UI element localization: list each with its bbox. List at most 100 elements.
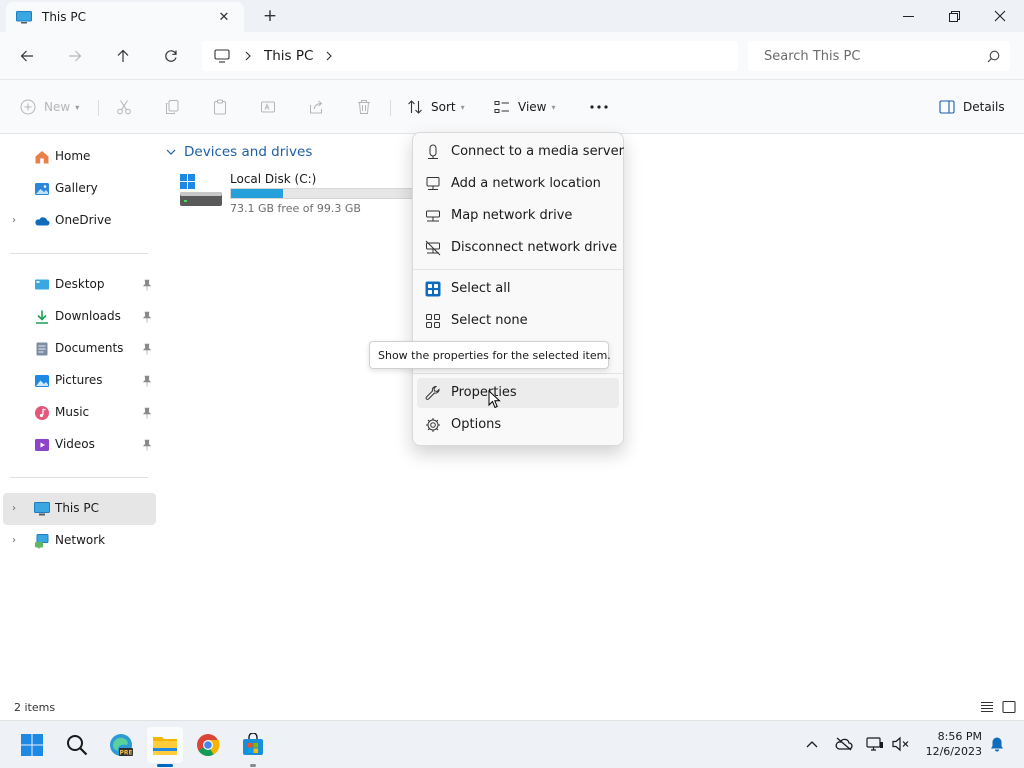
onedrive-tray-button[interactable]: [835, 735, 853, 753]
sidebar-item-pictures[interactable]: Pictures: [3, 365, 156, 397]
sidebar-item-label: Downloads: [55, 309, 121, 323]
volume-tray-button[interactable]: [892, 735, 910, 753]
group-header-devices[interactable]: Devices and drives: [166, 144, 312, 160]
chevron-down-icon: ▾: [460, 102, 465, 112]
gear-icon: [426, 418, 440, 432]
drive-usage-bar: [230, 188, 430, 199]
store-button[interactable]: [235, 727, 271, 763]
sidebar-item-home[interactable]: Home: [3, 141, 156, 173]
chevron-right-icon[interactable]: ›: [12, 215, 16, 226]
copy-button[interactable]: [164, 94, 180, 120]
menu-item-label: Map network drive: [451, 208, 573, 223]
sort-button[interactable]: Sort ▾: [407, 94, 465, 120]
sidebar-item-music[interactable]: Music: [3, 397, 156, 429]
chevron-right-icon[interactable]: [325, 51, 333, 61]
menu-item-add-network-location[interactable]: Add a network location: [417, 169, 619, 199]
desktop-icon: [35, 279, 49, 290]
network-tray-button[interactable]: [866, 735, 884, 753]
start-button[interactable]: [14, 727, 50, 763]
details-view-icon[interactable]: [980, 700, 994, 714]
arrow-left-icon: [20, 50, 33, 62]
edge-browser-button[interactable]: PRE: [103, 727, 139, 763]
sidebar-item-gallery[interactable]: Gallery: [3, 173, 156, 205]
search-box[interactable]: [748, 41, 1010, 71]
drive-item-local-disk[interactable]: Local Disk (C:) 73.1 GB free of 99.3 GB: [178, 172, 438, 220]
chevron-down-icon[interactable]: [166, 148, 176, 156]
chrome-button[interactable]: [190, 727, 226, 763]
pin-icon[interactable]: [142, 439, 152, 451]
menu-separator: [413, 373, 623, 374]
sidebar-item-label: Videos: [55, 437, 95, 451]
clock[interactable]: 8:56 PM 12/6/2023: [918, 729, 982, 759]
search-icon: [67, 735, 88, 756]
pin-icon[interactable]: [142, 279, 152, 291]
sidebar-item-videos[interactable]: Videos: [3, 429, 156, 461]
see-more-button[interactable]: [588, 94, 610, 120]
menu-item-properties[interactable]: Properties: [417, 378, 619, 408]
pin-icon[interactable]: [142, 407, 152, 419]
view-button[interactable]: View ▾: [494, 94, 556, 120]
search-input[interactable]: [764, 48, 987, 64]
chevron-right-icon[interactable]: ›: [12, 535, 16, 546]
restore-icon: [948, 10, 960, 22]
close-window-button[interactable]: [977, 0, 1023, 32]
large-icons-view-icon[interactable]: [1002, 700, 1016, 714]
toolbar-divider: [390, 100, 391, 116]
sidebar-item-onedrive[interactable]: › OneDrive: [3, 205, 156, 237]
paste-button[interactable]: [212, 94, 228, 120]
show-hidden-icons-button[interactable]: [803, 735, 821, 753]
rename-button[interactable]: [260, 94, 276, 120]
pin-icon[interactable]: [142, 375, 152, 387]
sidebar-item-downloads[interactable]: Downloads: [3, 301, 156, 333]
pin-icon[interactable]: [142, 343, 152, 355]
new-tab-button[interactable]: +: [260, 6, 280, 26]
breadcrumb[interactable]: This PC: [202, 41, 738, 71]
arrow-right-icon: [69, 50, 82, 62]
more-icon: [590, 105, 608, 109]
sidebar-item-network[interactable]: › Network: [3, 525, 156, 557]
navigation-pane: Home Gallery › OneDrive Desktop Download…: [0, 134, 158, 694]
details-button[interactable]: Details: [939, 94, 1005, 120]
menu-item-label: Properties: [451, 385, 517, 400]
cut-button[interactable]: [116, 94, 132, 120]
breadcrumb-this-pc[interactable]: This PC: [264, 48, 313, 64]
back-button[interactable]: [13, 42, 41, 70]
menu-item-map-network-drive[interactable]: Map network drive: [417, 201, 619, 231]
sidebar-item-this-pc[interactable]: › This PC: [3, 493, 156, 525]
search-taskbar-button[interactable]: [59, 727, 95, 763]
share-button[interactable]: [308, 94, 324, 120]
chevron-down-icon: ▾: [75, 102, 80, 112]
trash-icon: [358, 100, 370, 114]
music-icon: [35, 406, 49, 420]
scissors-icon: [117, 100, 131, 115]
file-explorer-button[interactable]: [147, 727, 183, 763]
minimize-button[interactable]: [885, 0, 931, 32]
home-icon: [35, 151, 49, 164]
menu-item-connect-media-server[interactable]: Connect to a media server: [417, 137, 624, 167]
menu-item-disconnect-network-drive[interactable]: Disconnect network drive: [417, 233, 619, 263]
new-button[interactable]: New ▾: [20, 94, 79, 120]
menu-item-select-none[interactable]: Select none: [417, 306, 619, 336]
notifications-button[interactable]: [988, 735, 1006, 753]
group-title: Devices and drives: [184, 144, 313, 160]
forward-button[interactable]: [61, 42, 89, 70]
chrome-icon: [197, 734, 220, 756]
chevron-right-icon[interactable]: [244, 51, 252, 61]
sidebar-item-label: Desktop: [55, 277, 105, 291]
sidebar-item-label: Documents: [55, 341, 124, 355]
tab-this-pc[interactable]: This PC ✕: [6, 2, 244, 32]
sidebar-item-desktop[interactable]: Desktop: [3, 269, 156, 301]
sidebar-item-documents[interactable]: Documents: [3, 333, 156, 365]
chevron-right-icon[interactable]: ›: [12, 503, 16, 514]
menu-item-select-all[interactable]: Select all: [417, 274, 619, 304]
up-button[interactable]: [109, 42, 137, 70]
refresh-button[interactable]: [157, 42, 185, 70]
restore-button[interactable]: [931, 0, 977, 32]
menu-item-options[interactable]: Options: [417, 410, 619, 440]
delete-button[interactable]: [356, 94, 372, 120]
close-tab-icon[interactable]: ✕: [214, 10, 234, 25]
cloud-off-icon: [835, 737, 853, 751]
drive-free-space: 73.1 GB free of 99.3 GB: [230, 202, 361, 215]
pin-icon[interactable]: [142, 311, 152, 323]
search-icon: [987, 50, 1000, 62]
